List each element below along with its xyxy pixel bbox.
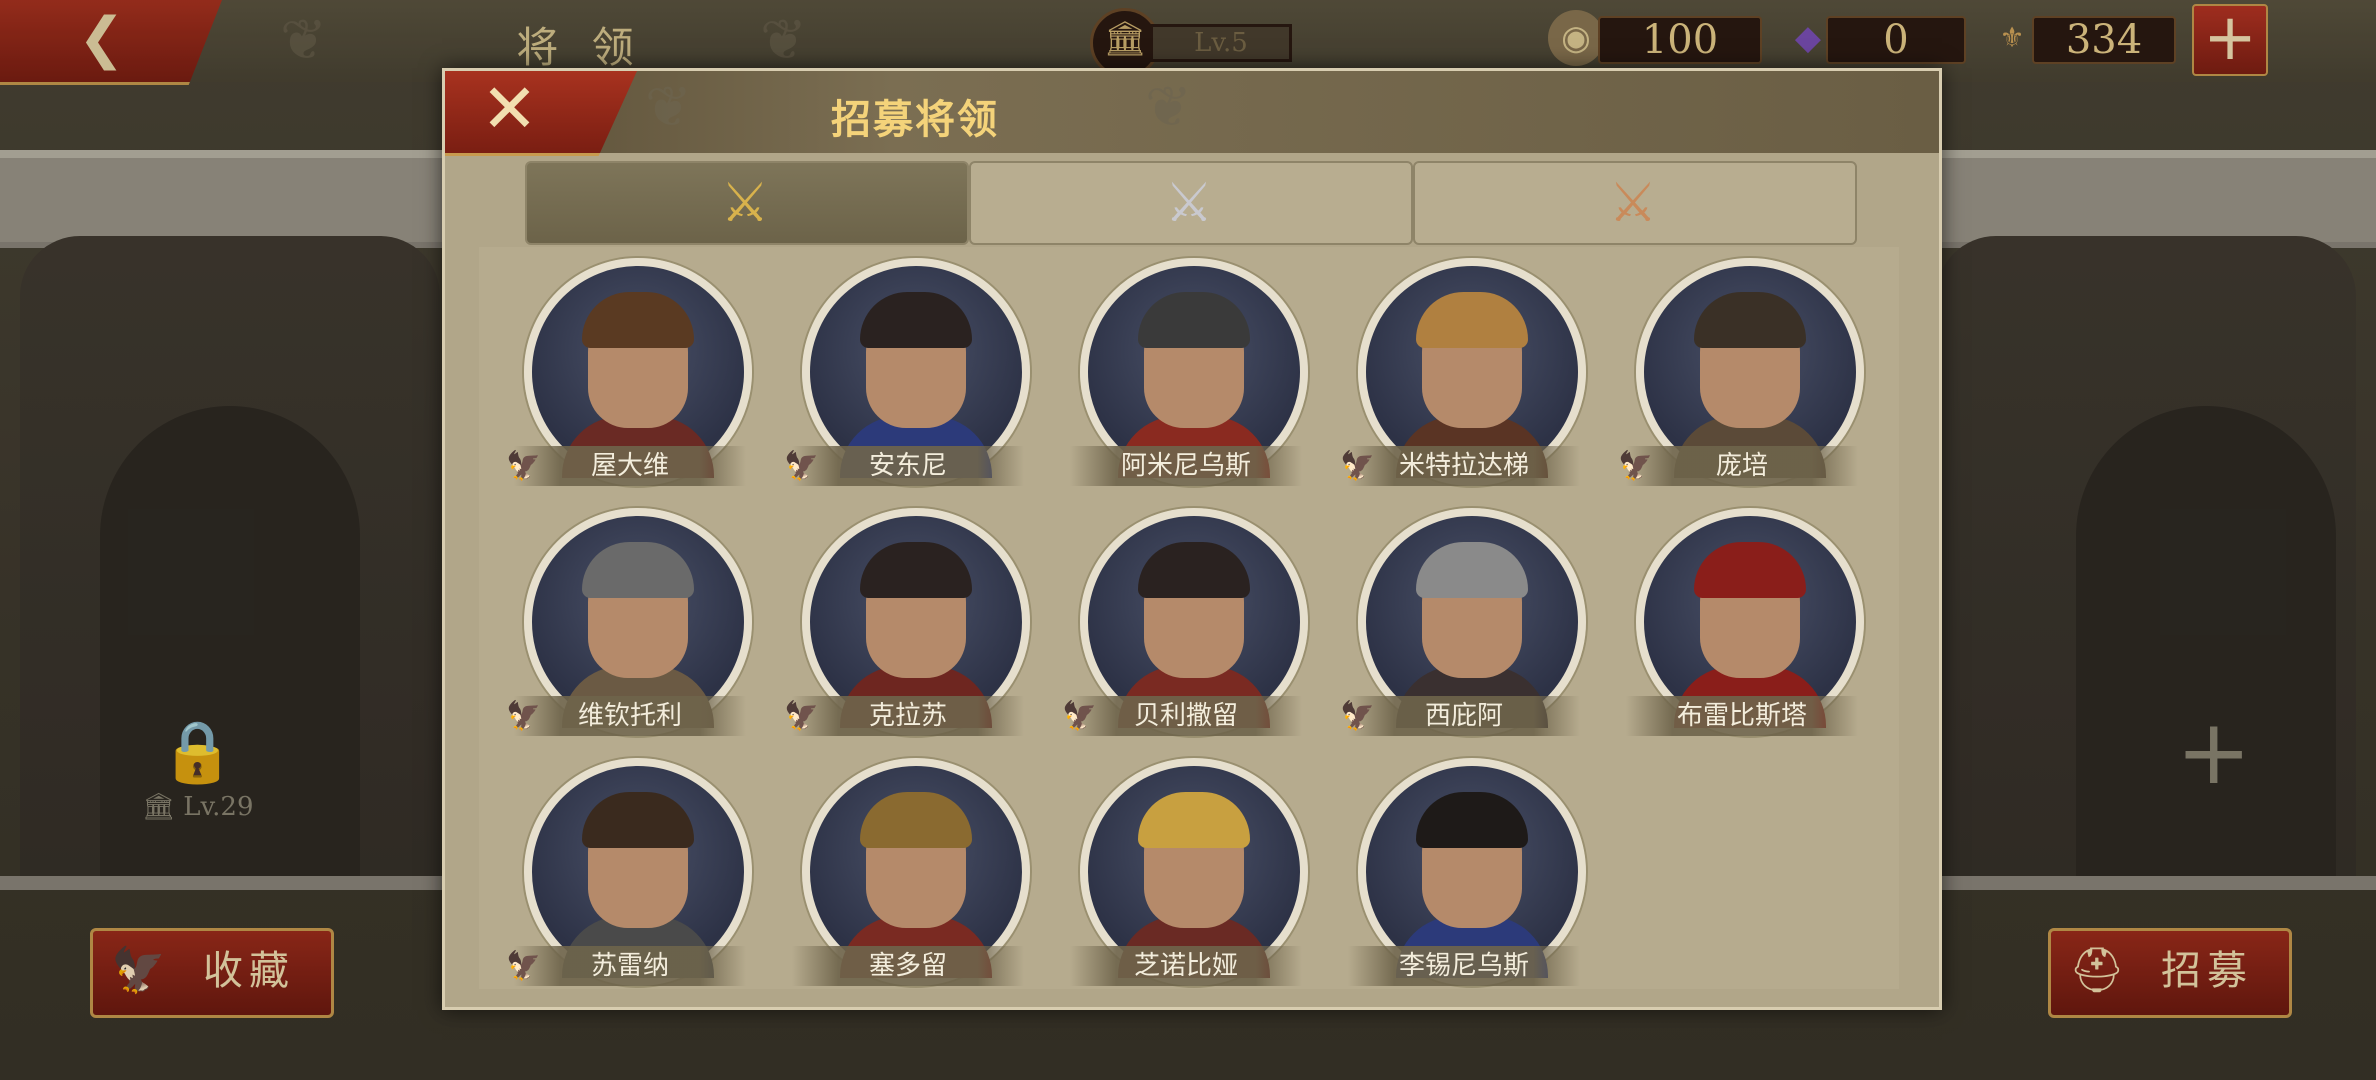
- general-card[interactable]: 维钦托利 🦅: [506, 508, 754, 744]
- dialog-header: ✕ ❦ 招募将领 ❦: [445, 71, 1939, 156]
- general-card[interactable]: 庞培 🦅: [1618, 258, 1866, 494]
- portrait-hair: [860, 292, 972, 348]
- tab-bronze[interactable]: ⚔: [1413, 161, 1857, 245]
- portrait-hair: [582, 792, 694, 848]
- bronze-helmet-wreath-icon: ⚔: [1608, 171, 1658, 234]
- gold-helmet-wreath-icon: ⚔: [720, 171, 770, 234]
- dialog-title: 招募将领: [831, 96, 999, 143]
- general-card[interactable]: 塞多留: [792, 758, 1032, 994]
- general-card[interactable]: 屋大维 🦅: [506, 258, 754, 494]
- portrait-hair: [1694, 542, 1806, 598]
- portrait-hair: [1694, 292, 1806, 348]
- portrait-hair: [1416, 792, 1528, 848]
- general-card[interactable]: 克拉苏 🦅: [784, 508, 1032, 744]
- gold-eagle-badge-icon: 🦅: [1340, 449, 1375, 482]
- gold-eagle-badge-icon: 🦅: [506, 699, 541, 732]
- portrait-hair: [860, 542, 972, 598]
- general-name: 李锡尼乌斯: [1348, 946, 1580, 986]
- gold-eagle-badge-icon: 🦅: [1618, 449, 1653, 482]
- portrait-hair: [1138, 542, 1250, 598]
- rarity-tabs: ⚔ ⚔ ⚔: [525, 161, 1861, 245]
- portrait-hair: [860, 792, 972, 848]
- gold-eagle-badge-icon: 🦅: [1340, 699, 1375, 732]
- tab-silver[interactable]: ⚔: [969, 161, 1413, 245]
- portrait-hair: [1416, 292, 1528, 348]
- general-name: 塞多留: [792, 946, 1024, 986]
- portrait-hair: [1416, 542, 1528, 598]
- close-icon: ✕: [481, 70, 538, 149]
- general-card[interactable]: 米特拉达梯 🦅: [1340, 258, 1588, 494]
- portrait-hair: [582, 292, 694, 348]
- portrait-hair: [582, 542, 694, 598]
- general-card[interactable]: 苏雷纳 🦅: [506, 758, 754, 994]
- silver-helmet-wreath-icon: ⚔: [1164, 171, 1214, 234]
- portrait-hair: [1138, 792, 1250, 848]
- gold-eagle-badge-icon: 🦅: [784, 699, 819, 732]
- close-button[interactable]: ✕: [445, 71, 637, 156]
- general-card[interactable]: 芝诺比娅: [1070, 758, 1310, 994]
- general-card[interactable]: 安东尼 🦅: [784, 258, 1032, 494]
- general-card[interactable]: 阿米尼乌斯: [1070, 258, 1310, 494]
- portrait-hair: [1138, 292, 1250, 348]
- laurel-decoration-icon: ❦: [645, 75, 692, 140]
- tab-gold[interactable]: ⚔: [525, 161, 969, 245]
- gold-eagle-badge-icon: 🦅: [506, 949, 541, 982]
- general-card[interactable]: 贝利撒留 🦅: [1062, 508, 1310, 744]
- general-card[interactable]: 李锡尼乌斯: [1348, 758, 1588, 994]
- gold-eagle-badge-icon: 🦅: [784, 449, 819, 482]
- general-name: 芝诺比娅: [1070, 946, 1302, 986]
- general-card[interactable]: 西庇阿 🦅: [1340, 508, 1588, 744]
- general-card[interactable]: 布雷比斯塔: [1626, 508, 1866, 744]
- gold-eagle-badge-icon: 🦅: [1062, 699, 1097, 732]
- laurel-decoration-icon: ❦: [1145, 75, 1192, 140]
- general-name: 阿米尼乌斯: [1070, 446, 1302, 486]
- gold-eagle-badge-icon: 🦅: [506, 449, 541, 482]
- general-name: 布雷比斯塔: [1626, 696, 1858, 736]
